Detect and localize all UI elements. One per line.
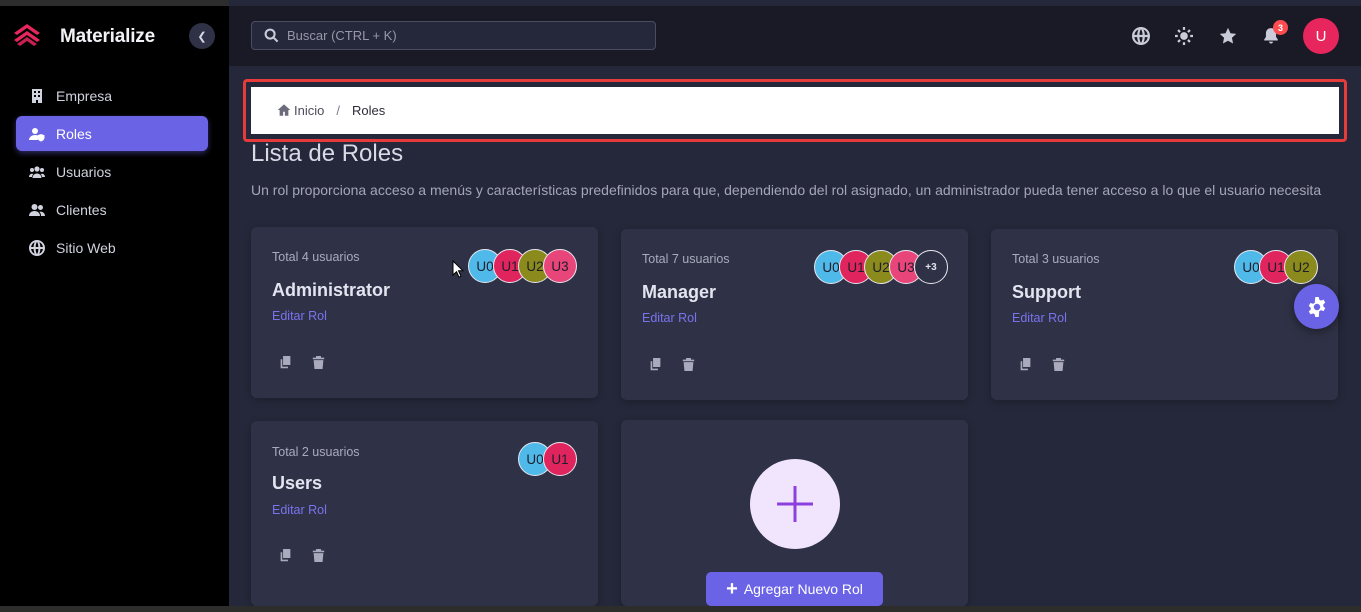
sidebar-item-label: Roles xyxy=(56,125,92,142)
edit-role-link[interactable]: Editar Rol xyxy=(1012,311,1067,325)
role-total-users: Total 7 usuarios xyxy=(642,252,730,266)
role-card-manager: Total 7 usuarios U0 U1 U2 U3 +3 Manager … xyxy=(621,229,968,400)
globe-icon xyxy=(28,239,46,257)
avatar-more-count[interactable]: +3 xyxy=(914,250,948,284)
copy-icon xyxy=(280,355,290,368)
role-avatar-group: U0 U1 U2 U3 xyxy=(468,249,577,283)
avatar[interactable]: U1 xyxy=(543,442,577,476)
copy-icon xyxy=(1020,357,1030,370)
user-avatar[interactable]: U xyxy=(1303,18,1339,54)
sidebar-item-sitio-web[interactable]: Sitio Web xyxy=(16,230,208,265)
sidebar-item-label: Empresa xyxy=(56,87,113,104)
language-button[interactable] xyxy=(1130,25,1152,47)
home-icon xyxy=(277,104,291,116)
breadcrumb-highlight: Inicio / Roles xyxy=(243,79,1347,142)
trash-icon xyxy=(312,548,324,562)
search-box[interactable] xyxy=(251,21,656,50)
role-total-users: Total 3 usuarios xyxy=(1012,252,1100,266)
chevron-left-icon: ❮ xyxy=(197,30,207,43)
notifications-button[interactable]: 3 xyxy=(1260,20,1288,47)
trash-icon xyxy=(1052,357,1064,371)
sidebar-item-empresa[interactable]: Empresa xyxy=(16,78,208,113)
role-name: Administrator xyxy=(272,280,391,300)
role-card-support: Total 3 usuarios U0 U1 U2 Support Editar… xyxy=(991,229,1338,400)
brand[interactable]: Materialize ❮ xyxy=(12,20,222,52)
add-role-label: Agregar Nuevo Rol xyxy=(743,581,863,597)
role-avatar-group: U0 U1 U2 U3 +3 xyxy=(814,250,948,284)
breadcrumb-separator: / xyxy=(336,103,340,118)
copy-icon xyxy=(650,357,660,370)
sidebar-item-label: Clientes xyxy=(56,201,107,218)
add-role-card: + Agregar Nuevo Rol xyxy=(621,420,968,606)
search-icon xyxy=(264,28,279,43)
role-card-users: Total 2 usuarios U0 U1 Users Editar Rol xyxy=(251,421,598,606)
avatar[interactable]: U2 xyxy=(1284,250,1318,284)
topbar: 3 U xyxy=(229,6,1361,66)
role-name: Manager xyxy=(642,282,717,302)
customizer-settings-button[interactable] xyxy=(1294,284,1339,329)
plus-icon xyxy=(777,486,813,522)
sidebar-nav: Empresa Roles Usuarios Clientes Sitio We… xyxy=(16,78,208,268)
copy-icon xyxy=(280,548,290,561)
breadcrumb-home-link[interactable]: Inicio xyxy=(277,103,324,118)
breadcrumb: Inicio / Roles xyxy=(251,87,1339,134)
copy-role-button[interactable] xyxy=(277,547,293,563)
globe-icon xyxy=(1132,27,1150,45)
gear-icon xyxy=(1308,296,1325,317)
page-description: Un rol proporciona acceso a menús y cara… xyxy=(251,182,1322,198)
copy-role-button[interactable] xyxy=(277,354,293,370)
sidebar-item-clientes[interactable]: Clientes xyxy=(16,192,208,227)
star-icon xyxy=(1219,27,1237,44)
taskbar-strip xyxy=(0,606,1361,612)
add-role-illustration[interactable] xyxy=(750,459,840,549)
edit-role-link[interactable]: Editar Rol xyxy=(642,311,697,325)
role-avatar-group: U0 U1 U2 xyxy=(1234,250,1318,284)
edit-role-link[interactable]: Editar Rol xyxy=(272,503,327,517)
user-group-icon xyxy=(28,201,46,219)
breadcrumb-current: Roles xyxy=(351,103,386,118)
users-icon xyxy=(28,163,46,181)
copy-role-button[interactable] xyxy=(647,356,663,372)
building-icon xyxy=(28,87,46,105)
brand-name: Materialize xyxy=(60,26,155,47)
sun-icon xyxy=(1175,27,1193,45)
mouse-cursor-icon xyxy=(452,260,464,278)
sidebar-item-usuarios[interactable]: Usuarios xyxy=(16,154,208,189)
delete-role-button[interactable] xyxy=(310,354,326,370)
user-shield-icon xyxy=(28,125,46,143)
role-name: Users xyxy=(272,473,323,493)
role-total-users: Total 4 usuarios xyxy=(272,250,360,264)
breadcrumb-home-label: Inicio xyxy=(294,103,325,118)
role-avatar-group: U0 U1 xyxy=(518,442,577,476)
role-total-users: Total 2 usuarios xyxy=(272,445,360,459)
trash-icon xyxy=(312,355,324,369)
shortcuts-button[interactable] xyxy=(1217,25,1239,47)
page-title: Lista de Roles xyxy=(251,140,404,167)
avatar[interactable]: U3 xyxy=(543,249,577,283)
role-card-administrator: Total 4 usuarios U0 U1 U2 U3 Administrat… xyxy=(251,227,598,398)
copy-role-button[interactable] xyxy=(1017,356,1033,372)
edit-role-link[interactable]: Editar Rol xyxy=(272,309,327,323)
trash-icon xyxy=(682,357,694,371)
delete-role-button[interactable] xyxy=(310,547,326,563)
add-role-button[interactable]: + Agregar Nuevo Rol xyxy=(706,572,883,606)
delete-role-button[interactable] xyxy=(680,356,696,372)
role-name: Support xyxy=(1012,282,1081,302)
theme-toggle-button[interactable] xyxy=(1173,25,1195,47)
notification-count-badge: 3 xyxy=(1273,20,1288,35)
search-input[interactable] xyxy=(287,28,647,43)
delete-role-button[interactable] xyxy=(1050,356,1066,372)
plus-icon: + xyxy=(726,578,738,600)
materialize-logo-icon xyxy=(14,24,40,46)
sidebar-item-roles[interactable]: Roles xyxy=(16,116,208,151)
sidebar: Materialize ❮ Empresa Roles Usuarios Cli… xyxy=(0,0,229,612)
sidebar-item-label: Usuarios xyxy=(56,163,112,180)
sidebar-item-label: Sitio Web xyxy=(56,239,116,256)
collapse-sidebar-button[interactable]: ❮ xyxy=(189,23,215,49)
